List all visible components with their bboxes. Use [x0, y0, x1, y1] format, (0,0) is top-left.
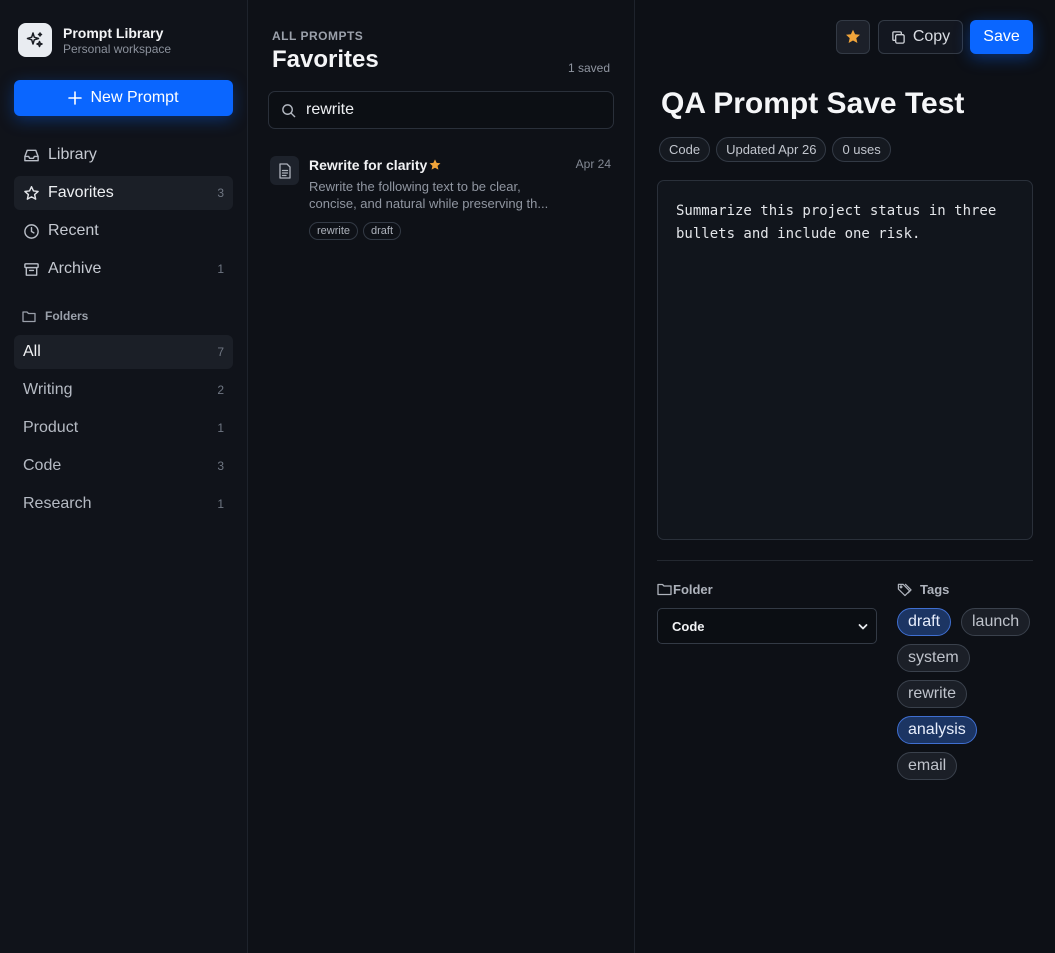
- workspace-name: Personal workspace: [63, 41, 172, 56]
- nav-recent-label: Recent: [48, 222, 99, 239]
- folder-select[interactable]: Code: [657, 608, 877, 644]
- meta-folder-chip: Code: [659, 137, 711, 162]
- favorite-star-icon: [428, 158, 442, 172]
- prompt-item-description: Rewrite the following text to be clear, …: [309, 179, 549, 211]
- tag-badge: draft: [363, 222, 402, 240]
- tag-toggle-rewrite[interactable]: rewrite: [897, 680, 968, 708]
- folder-all-count: 7: [217, 345, 224, 359]
- saved-count: 1 saved: [567, 61, 610, 75]
- folder-product-label: Product: [23, 419, 79, 436]
- prompt-editor: Copy Save QA Prompt Save Test Code Updat…: [635, 0, 1055, 953]
- tag-toggle-email[interactable]: email: [897, 752, 958, 780]
- nav-favorites[interactable]: Favorites 3: [14, 176, 233, 210]
- favorite-toggle-button[interactable]: [836, 20, 870, 54]
- folder-product-count: 1: [217, 421, 224, 435]
- list-title: Favorites: [272, 46, 379, 73]
- tag-badge: rewrite: [309, 222, 359, 240]
- nav-favorites-label: Favorites: [48, 184, 114, 201]
- tag-toggle-draft[interactable]: draft: [897, 608, 952, 636]
- folder-code-count: 3: [217, 459, 224, 473]
- folder-icon: [657, 583, 672, 596]
- prompt-meta: Code Updated Apr 26 0 uses: [659, 137, 897, 162]
- copy-icon: [891, 30, 906, 45]
- new-prompt-label: New Prompt: [90, 89, 179, 106]
- brand: Prompt Library Personal workspace: [18, 23, 171, 57]
- folder-code[interactable]: Code 3: [14, 449, 233, 483]
- document-icon: [270, 156, 299, 185]
- folder-writing[interactable]: Writing 2: [14, 373, 233, 407]
- nav-archive-label: Archive: [48, 260, 102, 277]
- tags-field-label: Tags: [897, 582, 949, 597]
- folder-label-text: Folder: [673, 582, 713, 597]
- sparkle-icon: [18, 23, 52, 57]
- tag-icon: [897, 582, 912, 597]
- nav-recent[interactable]: Recent: [14, 214, 233, 248]
- divider: [657, 560, 1033, 561]
- chevron-down-icon: [858, 622, 868, 632]
- plus-icon: [68, 91, 83, 105]
- prompt-item-date: Apr 24: [575, 157, 611, 171]
- folder-code-label: Code: [23, 457, 62, 474]
- prompt-title[interactable]: QA Prompt Save Test: [661, 87, 964, 121]
- nav-archive[interactable]: Archive 1: [14, 252, 233, 286]
- prompt-item-tags: rewrite draft: [309, 222, 406, 240]
- save-button[interactable]: Save: [970, 20, 1033, 54]
- folder-select-value: Code: [672, 618, 705, 634]
- inbox-icon: [22, 146, 40, 164]
- folder-research[interactable]: Research 1: [14, 487, 233, 521]
- copy-label: Copy: [912, 28, 951, 45]
- meta-uses-chip: 0 uses: [832, 137, 891, 162]
- folder-all[interactable]: All 7: [14, 335, 233, 369]
- search-box[interactable]: [268, 91, 614, 129]
- folder-writing-label: Writing: [23, 381, 73, 398]
- prompt-list-panel: ALL PROMPTS Favorites 1 saved Rewrite fo…: [248, 0, 635, 953]
- nav-library[interactable]: Library: [14, 138, 233, 172]
- tag-toggle-launch[interactable]: launch: [961, 608, 1031, 636]
- list-item[interactable]: Rewrite for clarity Apr 24 Rewrite the f…: [270, 154, 614, 246]
- star-filled-icon: [844, 28, 862, 46]
- copy-button[interactable]: Copy: [878, 20, 963, 54]
- folder-icon: [22, 310, 36, 323]
- prompt-body-textarea[interactable]: Summarize this project status in three b…: [657, 180, 1033, 540]
- archive-icon: [22, 260, 40, 278]
- prompt-item-title-row: Rewrite for clarity: [309, 157, 442, 173]
- new-prompt-button[interactable]: New Prompt: [14, 80, 233, 116]
- folder-research-label: Research: [23, 495, 92, 512]
- prompt-item-title: Rewrite for clarity: [309, 157, 428, 173]
- app-title: Prompt Library: [63, 24, 164, 41]
- folders-heading-label: Folders: [45, 309, 89, 323]
- tag-toggle-analysis[interactable]: analysis: [897, 716, 977, 744]
- folder-product[interactable]: Product 1: [14, 411, 233, 445]
- star-outline-icon: [22, 184, 40, 202]
- tag-toggle-system[interactable]: system: [897, 644, 970, 672]
- list-eyebrow: ALL PROMPTS: [272, 29, 364, 43]
- folder-writing-count: 2: [217, 383, 224, 397]
- search-icon: [281, 103, 296, 118]
- folder-field-label: Folder: [657, 582, 713, 597]
- sidebar: Prompt Library Personal workspace New Pr…: [0, 0, 248, 953]
- folders-heading: Folders: [22, 309, 88, 323]
- meta-updated-chip: Updated Apr 26: [716, 137, 827, 162]
- search-input[interactable]: [306, 101, 596, 119]
- tags-label-text: Tags: [920, 582, 950, 597]
- folder-research-count: 1: [217, 497, 224, 511]
- nav-archive-count: 1: [217, 262, 224, 276]
- nav-library-label: Library: [48, 146, 97, 163]
- folder-all-label: All: [23, 343, 41, 360]
- clock-icon: [22, 222, 40, 240]
- nav-favorites-count: 3: [217, 186, 224, 200]
